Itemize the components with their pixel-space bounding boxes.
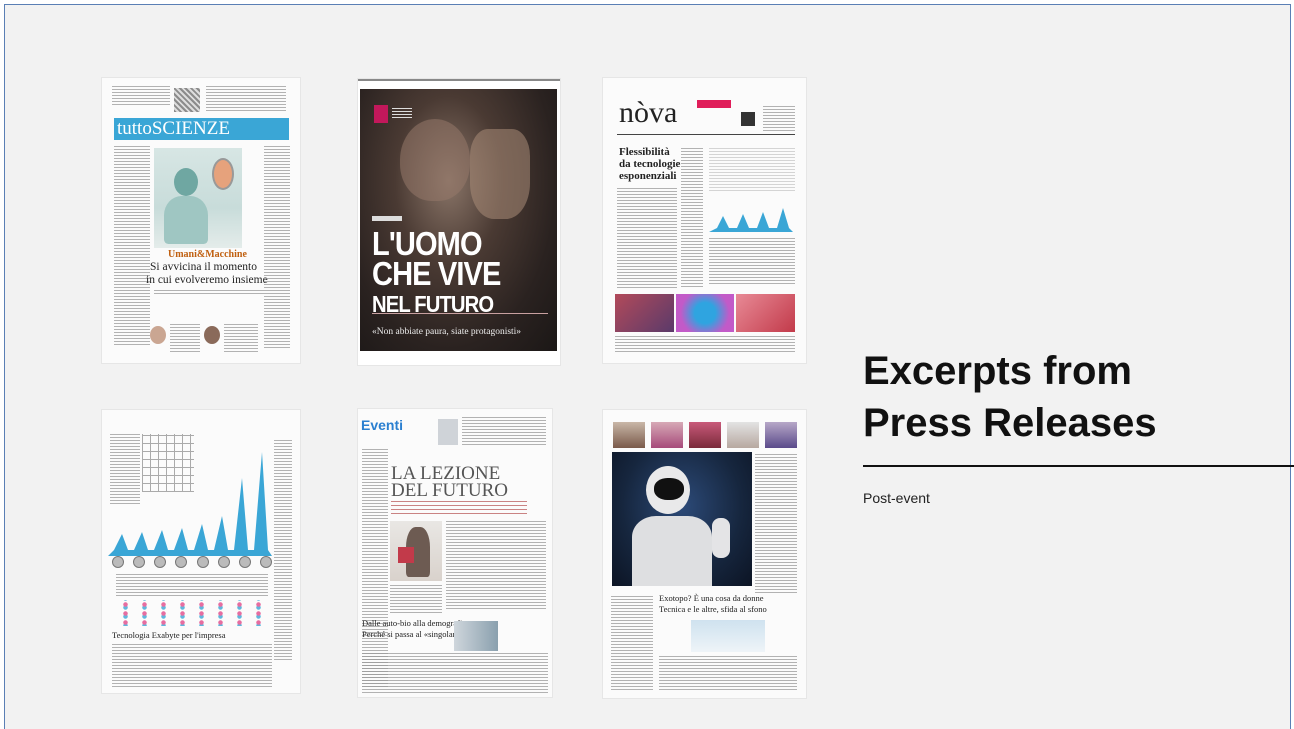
slide-title-line-1: Excerpts from	[863, 349, 1132, 393]
clipping-1-tag: Umani&Macchine	[168, 249, 247, 260]
clipping-3-headline-2: da tecnologie	[619, 158, 681, 170]
clipping-1-headline-2: in cui evolveremo insieme	[146, 274, 268, 286]
slide-subtitle: Post-event	[863, 490, 930, 506]
press-clipping-2: L'UOMO CHE VIVE NEL FUTURO «Non abbiate …	[358, 79, 560, 365]
clipping-2-cover: L'UOMO CHE VIVE NEL FUTURO «Non abbiate …	[360, 89, 557, 351]
clipping-1-headline-1: Si avvicina il momento	[150, 261, 257, 273]
clipping-3-masthead: nòva	[619, 96, 678, 129]
clipping-4-headline: Tecnologia Exabyte per l'impresa	[112, 630, 226, 640]
clipping-6-thumbnails	[613, 422, 798, 448]
clipping-6-headline-1: Exotopo? È una cosa da donne	[659, 593, 764, 603]
clipping-5-headline: LA LEZIONE DEL FUTURO	[391, 464, 508, 501]
press-clipping-3: nòva Flessibilità da tecnologie esponenz…	[603, 78, 806, 363]
clipping-3-headline-3: esponenziali	[619, 170, 677, 182]
press-clipping-1: tuttoSCIENZE Umani&Macchine Si avvicina …	[102, 78, 300, 363]
press-clipping-6: Exotopo? È una cosa da donne Tecnica e l…	[603, 410, 806, 698]
clipping-5-photo	[390, 521, 442, 581]
clipping-3-photos	[615, 294, 796, 332]
clipping-4-icons	[112, 556, 272, 570]
clipping-6-headline-2: Tecnica e le altre, sfida al sfono	[659, 604, 767, 614]
clipping-5-section: Eventi	[361, 417, 404, 433]
clipping-2-title-line-3: NEL FUTURO	[372, 291, 494, 317]
press-clipping-5: Eventi LA LEZIONE DEL FUTURO Dalle auto-…	[358, 409, 552, 697]
clipping-2-title-line-2: CHE VIVE	[372, 255, 501, 292]
clipping-2-quote: «Non abbiate paura, siate protagonisti»	[372, 327, 522, 337]
press-clipping-4: Tecnologia Exabyte per l'impresa	[102, 410, 300, 693]
clipping-1-banner: tuttoSCIENZE	[114, 118, 289, 140]
clipping-5-headline-2: DEL FUTURO	[391, 480, 508, 501]
magazine-logo-icon	[374, 105, 388, 123]
clipping-2-title: L'UOMO CHE VIVE NEL FUTURO	[372, 227, 501, 319]
clipping-1-illustration	[154, 148, 242, 248]
clipping-5-subheadline-1: Dalle auto-bio alla demografia	[362, 618, 467, 628]
title-divider	[863, 465, 1294, 467]
slide-title-line-2: Press Releases	[863, 401, 1157, 445]
slide: tuttoSCIENZE Umani&Macchine Si avvicina …	[4, 4, 1294, 729]
clipping-4-graph	[108, 452, 272, 556]
clipping-3-headline-1: Flessibilità	[619, 146, 670, 158]
clipping-6-robot-photo	[612, 452, 752, 586]
clipping-3-graph	[709, 208, 793, 232]
slide-title: Excerpts from Press Releases	[863, 345, 1283, 449]
clipping-5-subheadline-2: Perché si passa al «singolare»	[362, 629, 464, 639]
